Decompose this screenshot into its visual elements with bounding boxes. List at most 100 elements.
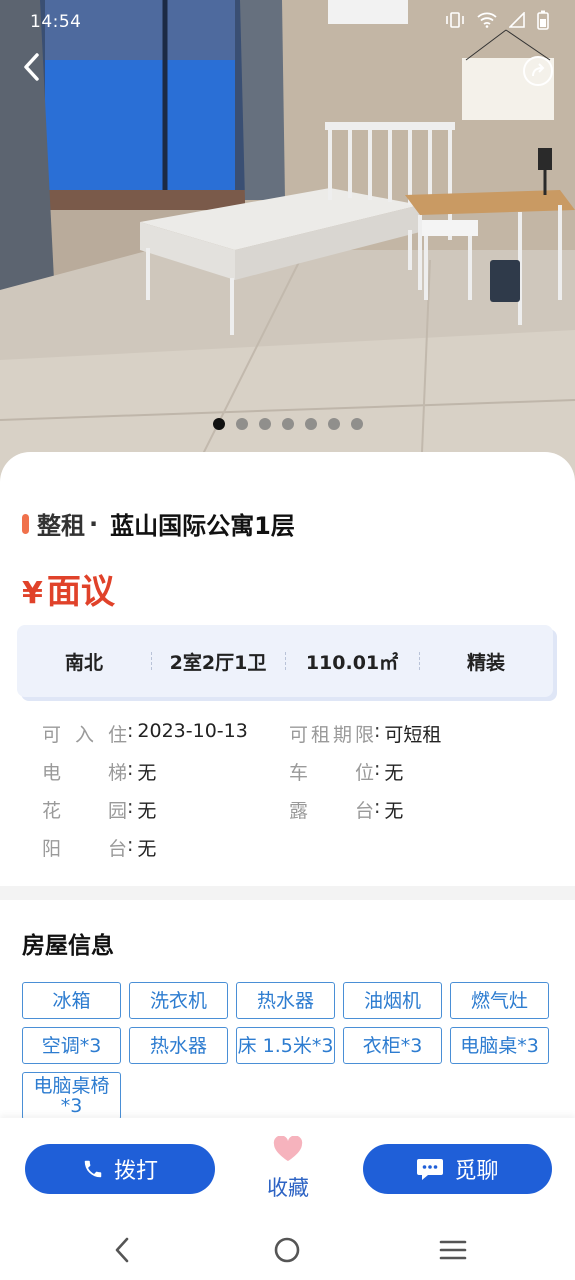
- attr-key-text: 花园: [42, 796, 127, 823]
- pagination-dot[interactable]: [350, 418, 363, 430]
- attr-value: 无: [384, 799, 404, 822]
- nav-home-button[interactable]: [269, 1234, 305, 1266]
- system-nav-bar: [0, 1218, 575, 1280]
- chat-button[interactable]: 觅聊: [363, 1144, 552, 1194]
- pagination-dot[interactable]: [327, 418, 340, 430]
- attr-key: 阳台: [42, 834, 127, 861]
- spec-area: 110.01㎡: [285, 648, 419, 675]
- rent-type: 整租: [37, 512, 85, 540]
- attr-key-char: 露: [289, 799, 309, 822]
- amenity-tag: 空调*3: [22, 1027, 121, 1064]
- title-separator: ·: [89, 509, 99, 538]
- property-name: 蓝山国际公寓1层: [110, 512, 295, 540]
- attr-key-char: 位: [354, 761, 374, 784]
- amenity-tag: 热水器: [129, 1027, 228, 1064]
- call-button[interactable]: 拨打: [25, 1144, 215, 1194]
- attr-key: 车位: [289, 758, 374, 785]
- battery-icon: [537, 10, 549, 30]
- back-button[interactable]: [14, 50, 48, 84]
- amenity-tag: 热水器: [236, 982, 335, 1019]
- spec-decoration: 精装: [419, 648, 553, 675]
- pagination-dot[interactable]: [212, 418, 225, 430]
- pagination-dot[interactable]: [258, 418, 271, 430]
- nav-home-icon: [274, 1237, 300, 1263]
- favorite-button[interactable]: 收藏: [258, 1135, 318, 1202]
- attr-key-char: 租: [310, 723, 330, 746]
- amenity-tag: 冰箱: [22, 982, 121, 1019]
- spec-orientation: 南北: [64, 651, 103, 674]
- attr-key-char: 车: [289, 761, 309, 784]
- section-divider: [0, 886, 575, 900]
- listing-photo[interactable]: 14:54: [0, 0, 575, 500]
- nav-menu-button[interactable]: [435, 1234, 471, 1266]
- pagination-dot[interactable]: [281, 418, 294, 430]
- attr-key-text: 电梯: [42, 758, 127, 785]
- attr-garden: 花园:无: [42, 795, 157, 823]
- wifi-icon: [477, 12, 497, 28]
- pagination-dot[interactable]: [304, 418, 317, 430]
- amenity-tag: 燃气灶: [450, 982, 549, 1019]
- photo-pagination[interactable]: [0, 418, 575, 430]
- attr-key-char: 期: [332, 723, 352, 746]
- attr-key-char: 台: [107, 837, 127, 860]
- attr-balcony: 阳台:无: [42, 833, 157, 861]
- attr-value: 无: [137, 761, 157, 784]
- action-bar: 拨打 收藏 觅聊: [0, 1118, 575, 1218]
- amenity-tag: 电脑桌椅*3: [22, 1072, 121, 1120]
- favorite-label: 收藏: [267, 1176, 309, 1200]
- attr-key-text: 阳台: [42, 834, 127, 861]
- status-icons: [445, 10, 549, 30]
- nav-back-icon: [115, 1237, 129, 1263]
- attr-key-char: 可: [289, 723, 309, 746]
- currency-symbol: ¥: [22, 576, 43, 611]
- chat-label: 觅聊: [454, 1159, 499, 1184]
- attr-key-char: 限: [354, 723, 374, 746]
- spec-layout: 2室2厅1卫: [151, 648, 285, 675]
- attr-move-in: 可入住:2023-10-13: [42, 719, 248, 747]
- amenity-tag: 衣柜*3: [343, 1027, 442, 1064]
- share-arrow-icon: [532, 63, 545, 77]
- attr-key-text: 车位: [289, 758, 374, 785]
- attr-key: 电梯: [42, 758, 127, 785]
- price: ¥ 面议: [22, 564, 115, 613]
- title-accent-bar: [22, 513, 29, 534]
- attr-key-char: 入: [74, 723, 94, 746]
- attr-value: 无: [137, 837, 157, 860]
- attr-key-char: 电: [42, 761, 62, 784]
- pagination-dot[interactable]: [235, 418, 248, 430]
- attr-terrace: 露台:无: [289, 795, 404, 823]
- attr-value: 无: [137, 799, 157, 822]
- attr-key-char: 可: [42, 723, 62, 746]
- chat-bubble-icon: [417, 1159, 444, 1180]
- amenity-tag: 电脑桌*3: [450, 1027, 549, 1064]
- attr-value: 2023-10-13: [137, 719, 248, 742]
- attr-key: 可租期限: [289, 720, 374, 747]
- signal-icon: [509, 12, 525, 28]
- chevron-left-icon: [24, 53, 39, 81]
- attr-value: 可短租: [384, 723, 442, 746]
- nav-menu-icon: [439, 1240, 467, 1260]
- house-info-title: 房屋信息: [22, 933, 114, 959]
- attribute-grid: 可入住:2023-10-13 可租期限: 可短租 电梯:无 车位:无 花园:无 露…: [42, 714, 542, 866]
- amenity-tag: 油烟机: [343, 982, 442, 1019]
- amenity-tag: 洗衣机: [129, 982, 228, 1019]
- vibrate-icon: [445, 12, 465, 28]
- attr-key-char: 梯: [107, 761, 127, 784]
- attr-key-text: 露台: [289, 796, 374, 823]
- attr-key-char: 阳: [42, 837, 62, 860]
- listing-details: 整租 · 蓝山国际公寓1层 ¥ 面议 南北 2室2厅1卫 110.01㎡ 精装 …: [0, 452, 575, 882]
- attr-elevator: 电梯:无: [42, 757, 157, 785]
- attr-key: 花园: [42, 796, 127, 823]
- phone-icon: [84, 1160, 102, 1178]
- attr-key-char: 台: [354, 799, 374, 822]
- price-value: 面议: [46, 572, 115, 612]
- amenity-tag: 床 1.5米*3: [236, 1027, 335, 1064]
- listing-title: 整租 · 蓝山国际公寓1层: [22, 506, 295, 541]
- attr-key: 可入住: [42, 720, 127, 747]
- attr-key-char: 住: [107, 723, 127, 746]
- nav-back-button[interactable]: [104, 1234, 140, 1266]
- share-button[interactable]: [523, 56, 553, 86]
- attr-key-text: 可租期限: [289, 720, 374, 747]
- status-time: 14:54: [30, 12, 82, 32]
- call-label: 拨打: [113, 1159, 158, 1184]
